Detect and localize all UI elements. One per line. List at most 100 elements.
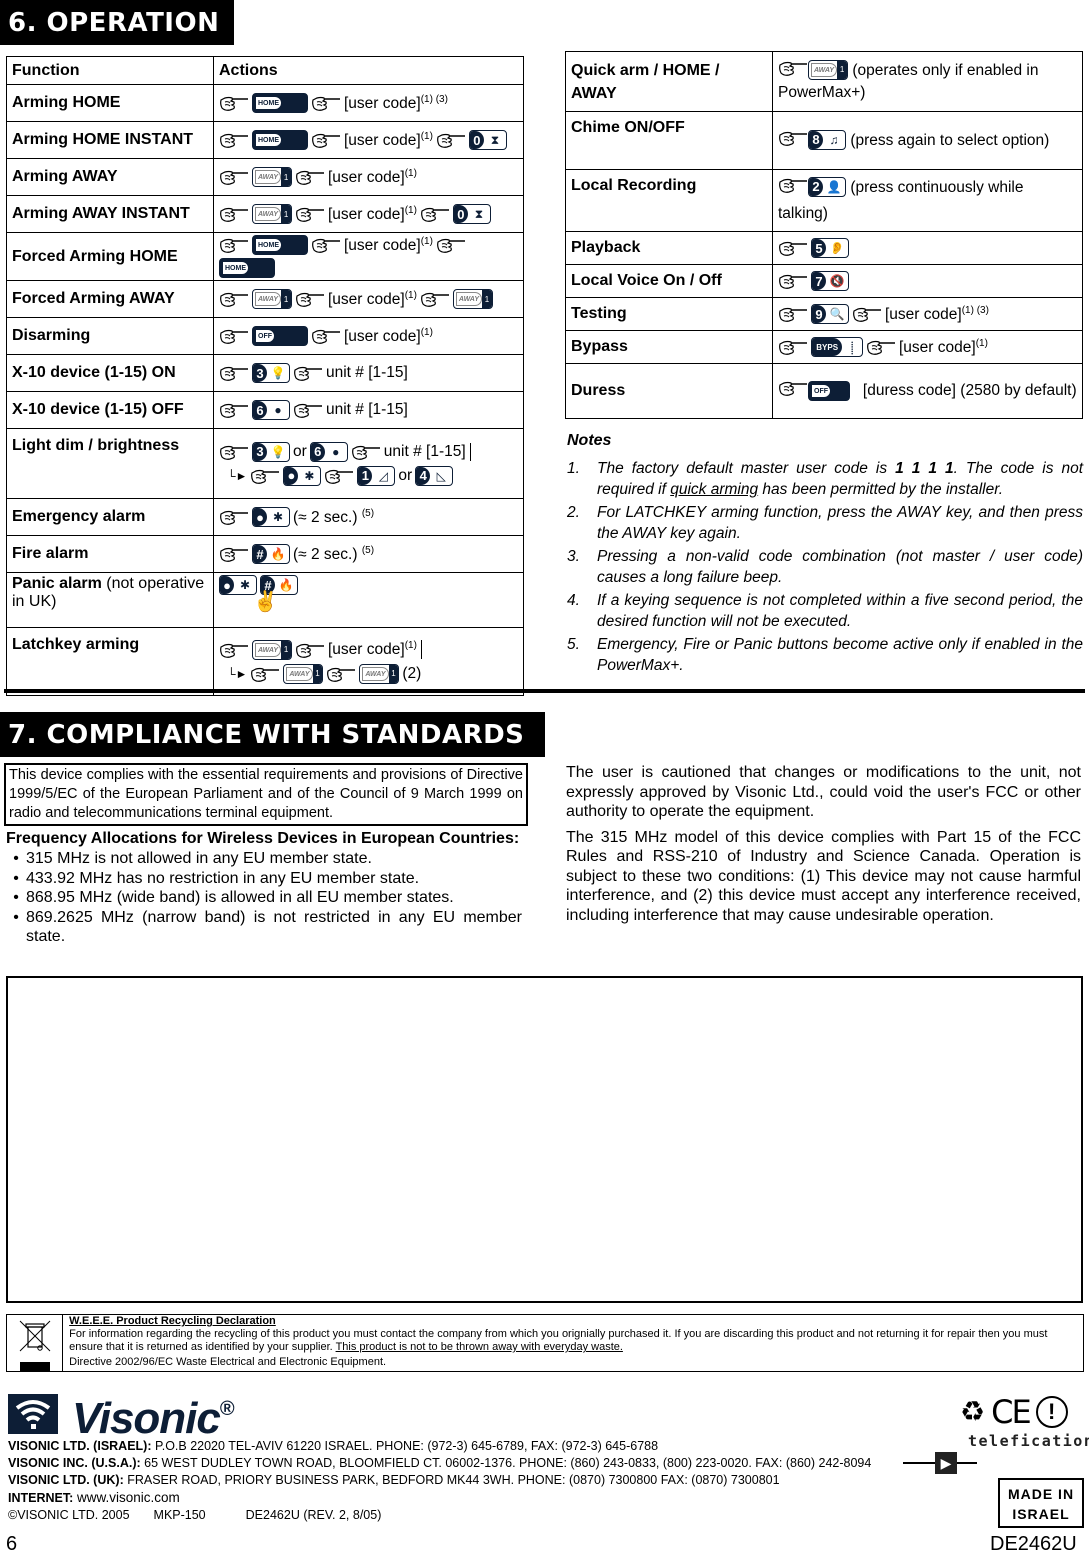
table-row: Fire alarm # 🔥 (≈ 2 sec.) (5) bbox=[6, 535, 524, 573]
actions-cell: # 🔥 (≈ 2 sec.) (5) bbox=[213, 535, 524, 573]
away-key-icon: AWAY 1 bbox=[452, 289, 493, 309]
hand-press-icon bbox=[219, 445, 249, 459]
hand-press-icon bbox=[250, 667, 280, 681]
user-code-text: [user code](1) bbox=[328, 204, 417, 223]
bypass-key-icon: BYPS ⸽ bbox=[811, 337, 863, 357]
key-star-emergency-icon: ● ✱ bbox=[283, 465, 322, 486]
actions-cell: HOME [user code](1) HOME bbox=[213, 232, 524, 281]
hand-press-icon bbox=[778, 274, 808, 288]
hand-press-icon bbox=[295, 292, 325, 306]
section-6-title: 6. OPERATION bbox=[0, 0, 234, 45]
actions-cell: AWAY 1 [user code](1) └► AWAY 1 AWAY 1 (2) bbox=[213, 627, 524, 696]
actions-cell: AWAY 1 [user code](1) 0 ⧗ bbox=[213, 195, 524, 233]
hand-press-icon bbox=[219, 170, 249, 184]
away-key-icon: AWAY 1 bbox=[283, 663, 324, 684]
operation-table-left: Function Actions Arming HOME HOME [user … bbox=[6, 56, 524, 696]
table-row: Local Voice On / Off 7 🔇 bbox=[565, 264, 1083, 298]
function-cell: Local Recording bbox=[565, 169, 773, 232]
unit-number-text: unit # [1-15] bbox=[326, 401, 408, 418]
fcc-paragraph: The 315 MHz model of this device complie… bbox=[566, 828, 1081, 924]
address-line: VISONIC LTD. (UK): FRASER ROAD, PRIORY B… bbox=[8, 1473, 780, 1487]
user-code-text: [user code](1) bbox=[899, 337, 988, 356]
weee-directive: Directive 2002/96/EC Waste Electrical an… bbox=[69, 1356, 387, 1368]
actions-cell: AWAY 1 (operates only if enabled in Power… bbox=[772, 51, 1083, 112]
home-key-icon: HOME bbox=[252, 235, 308, 255]
table-row: Arming HOME INSTANT HOME [user code](1) … bbox=[6, 121, 524, 159]
off-key-icon: OFF bbox=[808, 380, 850, 401]
table-row: Latchkey arming AWAY 1 [user code](1) └► … bbox=[6, 627, 524, 696]
function-cell: Disarming bbox=[6, 317, 214, 355]
table-row: Disarming OFF [user code](1) bbox=[6, 317, 524, 355]
key-3-light-on-icon: 3 💡 bbox=[252, 363, 290, 383]
note-item: 2. For LATCHKEY arming function, press th… bbox=[567, 504, 1083, 542]
fcc-statement: The user is cautioned that changes or mo… bbox=[566, 763, 1081, 931]
function-cell: Arming AWAY bbox=[6, 158, 214, 196]
away-key-icon: AWAY 1 bbox=[252, 167, 292, 187]
key-1-brighten-icon: 1 ◿ bbox=[357, 465, 396, 486]
hand-press-icon bbox=[295, 207, 325, 221]
actions-cell: 6 ● unit # [1-15] bbox=[213, 391, 524, 429]
arrow-right-icon: └► bbox=[227, 666, 248, 681]
away-key-icon: AWAY 1 bbox=[252, 289, 292, 309]
key-6-light-off-icon: 6 ● bbox=[252, 400, 290, 420]
frequency-list: • 315 MHz is not allowed in any EU member… bbox=[6, 849, 522, 947]
table-row: Emergency alarm ● ✱ (≈ 2 sec.) (5) bbox=[6, 498, 524, 536]
table-row: Local Recording 2 👤 (press continuously w… bbox=[565, 169, 1083, 232]
away-key-icon: AWAY 1 bbox=[252, 639, 292, 660]
directive-box: This device complies with the essential … bbox=[4, 763, 528, 826]
function-cell: Playback bbox=[565, 231, 773, 265]
address-line: VISONIC LTD. (ISRAEL): P.O.B 22020 TEL-A… bbox=[8, 1439, 659, 1453]
hand-press-icon bbox=[778, 307, 808, 321]
function-cell: Forced Arming AWAY bbox=[6, 280, 214, 318]
home-key-icon: HOME bbox=[219, 258, 275, 278]
hand-press-icon bbox=[420, 207, 450, 221]
key-5-playback-icon: 5 👂 bbox=[811, 238, 849, 258]
duress-code-text: [duress code] bbox=[862, 382, 956, 399]
hand-press-icon bbox=[324, 469, 354, 483]
notes-section: Notes 1. The factory default master user… bbox=[567, 432, 1083, 679]
actions-cell: 8 ♫ (press again to select option) bbox=[772, 111, 1083, 170]
function-cell: Chime ON/OFF bbox=[565, 111, 773, 170]
function-cell: Local Voice On / Off bbox=[565, 264, 773, 298]
hand-press-icon bbox=[219, 403, 249, 417]
or-text: or bbox=[398, 466, 413, 484]
two-finger-press-icon: ✌ bbox=[253, 591, 278, 613]
section-7-title: 7. COMPLIANCE WITH STANDARDS bbox=[0, 712, 545, 757]
unit-number-text: unit # [1-15] bbox=[384, 442, 471, 461]
hand-press-icon bbox=[778, 381, 808, 395]
function-cell: Testing bbox=[565, 297, 773, 331]
table-header-row: Function Actions bbox=[6, 56, 524, 85]
notes-title: Notes bbox=[567, 432, 612, 449]
actions-cell: BYPS ⸽ [user code](1) bbox=[772, 330, 1083, 364]
key-star-emergency-icon: ● ✱ bbox=[219, 575, 257, 595]
weee-bin-icon bbox=[7, 1315, 64, 1371]
page-number: 6 bbox=[6, 1533, 18, 1555]
user-code-text: [user code](1) bbox=[328, 289, 417, 308]
table-row: X-10 device (1-15) ON 3 💡 unit # [1-15] bbox=[6, 354, 524, 392]
actions-cell: 7 🔇 bbox=[772, 264, 1083, 298]
frequency-title: Frequency Allocations for Wireless Devic… bbox=[6, 830, 520, 847]
hand-press-icon bbox=[852, 307, 882, 321]
hand-press-icon bbox=[293, 403, 323, 417]
key-0-instant-icon: 0 ⧗ bbox=[452, 204, 491, 224]
table-row: Quick arm / HOME / AWAY AWAY 1 (operates … bbox=[565, 51, 1083, 112]
key-3-light-on-icon: 3 💡 bbox=[252, 441, 290, 462]
function-cell: Bypass bbox=[565, 330, 773, 364]
table-row: Chime ON/OFF 8 ♫ (press again to select o… bbox=[565, 111, 1083, 170]
hand-press-icon bbox=[778, 241, 808, 255]
weee-title: W.E.E.E. Product Recycling Declaration bbox=[69, 1315, 276, 1327]
off-key-icon: OFF bbox=[252, 326, 308, 346]
function-cell: Panic alarm (not operative in UK) bbox=[6, 572, 214, 628]
hand-press-icon bbox=[436, 133, 466, 147]
function-cell: Duress bbox=[565, 363, 773, 419]
user-code-text: [user code](1) bbox=[344, 130, 433, 149]
brand-name: Visonic® bbox=[72, 1394, 235, 1443]
key-7-mute-icon: 7 🔇 bbox=[811, 271, 849, 291]
hand-press-icon bbox=[311, 238, 341, 252]
table-row: Arming HOME HOME [user code](1) (3) bbox=[6, 84, 524, 122]
internet-line: INTERNET: www.visonic.com bbox=[8, 1490, 180, 1505]
duration-text: (≈ 2 sec.) (5) bbox=[293, 544, 375, 563]
actions-cell: 9 🔍 [user code](1) (3) bbox=[772, 297, 1083, 331]
actions-cell: HOME [user code](1) (3) bbox=[213, 84, 524, 122]
home-key-icon: HOME bbox=[252, 93, 308, 113]
